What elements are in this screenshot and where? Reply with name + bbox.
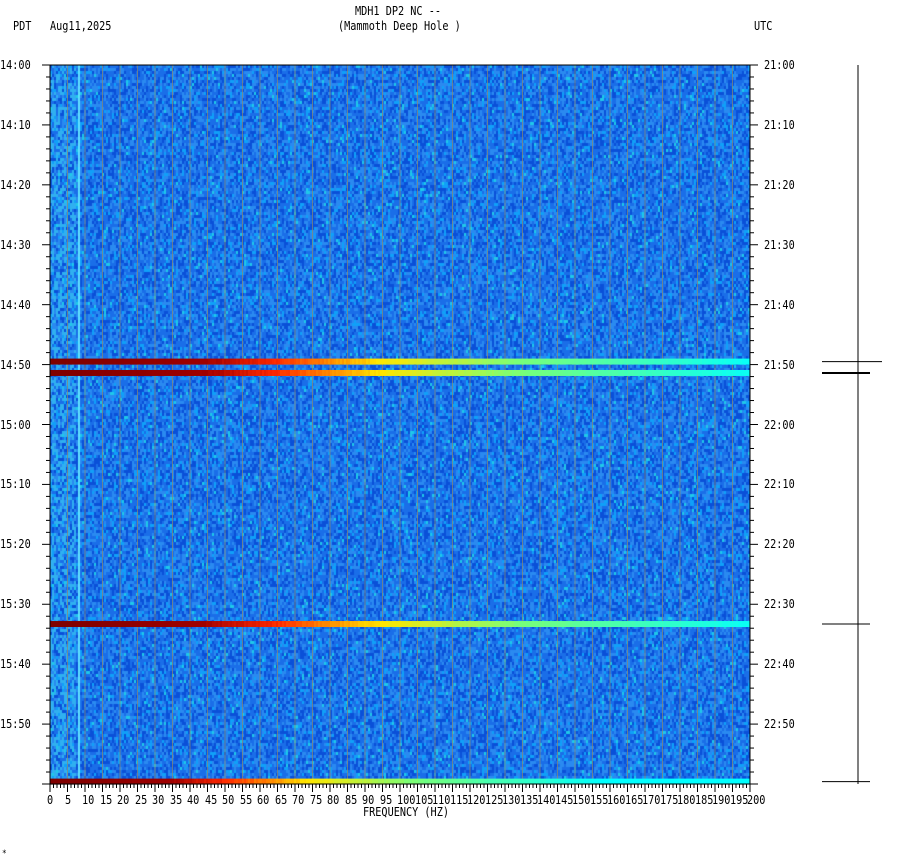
y-tick-label-right: 22:50 xyxy=(764,717,795,732)
y-tick-label-left: 15:50 xyxy=(0,717,31,732)
x-tick-label: 20 xyxy=(117,793,130,807)
x-tick-label: 80 xyxy=(327,793,340,807)
event-band xyxy=(50,358,750,365)
x-tick-label: 150 xyxy=(572,793,591,807)
x-tick-label: 195 xyxy=(729,793,748,807)
x-tick-label: 155 xyxy=(589,793,608,807)
x-tick-label: 50 xyxy=(222,793,235,807)
x-tick-label: 145 xyxy=(554,793,573,807)
x-tick-label: 125 xyxy=(484,793,503,807)
x-tick-label: 30 xyxy=(152,793,165,807)
y-tick-label-right: 22:20 xyxy=(764,537,795,552)
x-tick-label: 90 xyxy=(362,793,375,807)
y-tick-label-left: 14:20 xyxy=(0,177,31,192)
event-band xyxy=(50,369,750,376)
x-tick-label: 60 xyxy=(257,793,270,807)
x-tick-label: 135 xyxy=(519,793,538,807)
x-tick-label: 0 xyxy=(47,793,54,807)
y-tick-label-right: 21:00 xyxy=(764,58,795,72)
y-tick-label-left: 15:40 xyxy=(0,657,31,672)
x-tick-label: 5 xyxy=(64,793,71,807)
x-tick-label: 45 xyxy=(204,793,217,807)
y-tick-label-right: 21:50 xyxy=(764,357,795,372)
y-tick-label-left: 14:30 xyxy=(0,237,31,252)
x-tick-label: 185 xyxy=(694,793,713,807)
y-tick-label-right: 21:40 xyxy=(764,297,795,312)
x-tick-label: 160 xyxy=(607,793,626,807)
y-tick-label-left: 15:30 xyxy=(0,597,31,612)
x-tick-label: 85 xyxy=(344,793,357,807)
x-tick-label: 120 xyxy=(467,793,486,807)
y-tick-label-right: 22:30 xyxy=(764,597,795,612)
x-tick-label: 165 xyxy=(624,793,643,807)
x-tick-label: 105 xyxy=(414,793,433,807)
y-tick-label-left: 15:10 xyxy=(0,477,31,492)
x-tick-label: 200 xyxy=(747,793,766,807)
y-tick-label-right: 21:10 xyxy=(764,117,795,132)
x-tick-label: 70 xyxy=(292,793,305,807)
x-tick-label: 170 xyxy=(642,793,661,807)
x-tick-label: 55 xyxy=(239,793,252,807)
x-tick-label: 65 xyxy=(274,793,287,807)
x-tick-label: 180 xyxy=(677,793,696,807)
y-tick-label-left: 14:10 xyxy=(0,117,31,132)
x-tick-label: 130 xyxy=(502,793,521,807)
x-tick-label: 190 xyxy=(712,793,731,807)
y-tick-label-right: 22:40 xyxy=(764,657,795,672)
x-tick-label: 10 xyxy=(82,793,95,807)
x-tick-label: 15 xyxy=(99,793,112,807)
y-tick-label-right: 22:10 xyxy=(764,477,795,492)
y-tick-label-right: 21:30 xyxy=(764,237,795,252)
event-band xyxy=(50,621,750,628)
x-tick-label: 140 xyxy=(537,793,556,807)
x-tick-label: 175 xyxy=(659,793,678,807)
y-tick-label-right: 21:20 xyxy=(764,177,795,192)
y-tick-label-left: 15:20 xyxy=(0,537,31,552)
y-tick-label-left: 14:50 xyxy=(0,357,31,372)
x-tick-label: 110 xyxy=(432,793,451,807)
y-tick-label-left: 15:00 xyxy=(0,417,31,432)
x-tick-label: 100 xyxy=(397,793,416,807)
x-tick-label: 35 xyxy=(169,793,182,807)
x-tick-label: 75 xyxy=(309,793,322,807)
x-tick-label: 40 xyxy=(187,793,200,807)
y-tick-label-left: 14:00 xyxy=(0,58,31,72)
y-tick-label-right: 22:00 xyxy=(764,417,795,432)
y-tick-label-left: 14:40 xyxy=(0,297,31,312)
x-tick-label: 115 xyxy=(449,793,468,807)
x-tick-label: 95 xyxy=(379,793,392,807)
x-tick-label: 25 xyxy=(134,793,147,807)
